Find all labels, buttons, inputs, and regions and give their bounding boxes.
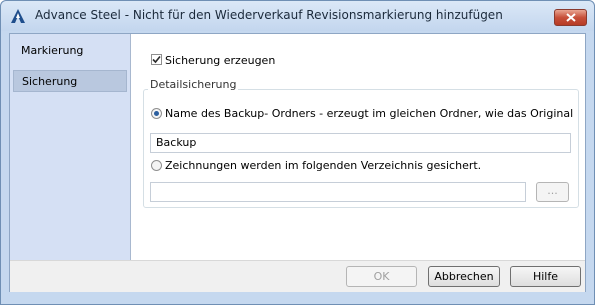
backup-folder-radio-label: Name des Backup- Ordners - erzeugt im gl… <box>165 107 574 120</box>
directory-radio-label: Zeichnungen werden im folgenden Verzeich… <box>165 159 482 172</box>
backup-folder-radio[interactable] <box>151 108 162 119</box>
close-button[interactable] <box>554 9 587 26</box>
settings-panel: Sicherung erzeugen Detailsicherung Name … <box>131 34 585 260</box>
window-title: Advance Steel - Nicht für den Wiederverk… <box>35 8 503 22</box>
dialog-client-area: Markierung Sicherung Sicherung erzeugen … <box>9 33 586 292</box>
advance-steel-logo-icon <box>10 8 26 24</box>
enable-backup-label: Sicherung erzeugen <box>165 54 276 67</box>
sidebar: Markierung Sicherung <box>10 34 131 260</box>
detail-backup-group-title: Detailsicherung <box>148 78 239 91</box>
sidebar-item-markierung[interactable]: Markierung <box>13 40 127 62</box>
browse-button[interactable]: ... <box>536 182 569 202</box>
checkmark-icon <box>152 55 161 64</box>
enable-backup-checkbox[interactable] <box>151 54 162 65</box>
directory-radio[interactable] <box>151 160 162 171</box>
sidebar-item-sicherung[interactable]: Sicherung <box>13 70 127 92</box>
dialog-window: Advance Steel - Nicht für den Wiederverk… <box>0 0 595 305</box>
cancel-button[interactable]: Abbrechen <box>428 266 500 287</box>
close-icon <box>566 13 576 22</box>
button-bar: OK Abbrechen Hilfe <box>10 260 585 292</box>
title-bar[interactable]: Advance Steel - Nicht für den Wiederverk… <box>1 1 594 31</box>
backup-folder-name-input[interactable]: Backup <box>150 133 571 153</box>
help-button[interactable]: Hilfe <box>510 266 581 287</box>
directory-path-input[interactable] <box>150 182 526 202</box>
ok-button[interactable]: OK <box>346 266 417 287</box>
